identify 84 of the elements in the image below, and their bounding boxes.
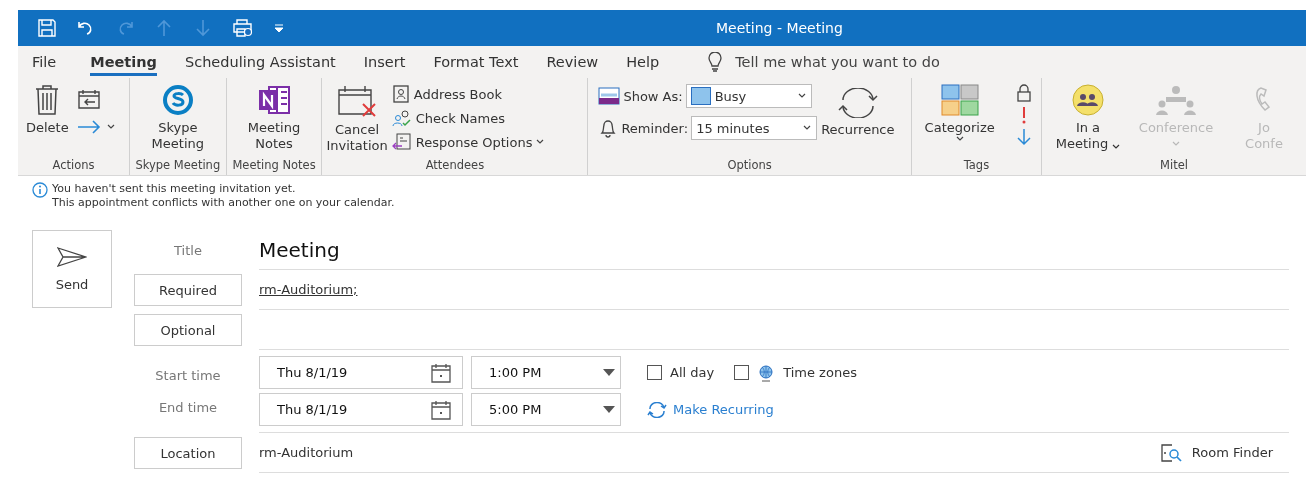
ribbon-tab[interactable]: Format Text [433,48,519,76]
caret-icon[interactable] [106,124,115,130]
room-finder-button[interactable]: Room Finder [1159,442,1273,463]
group-label: Mitel [1159,158,1189,174]
caret-icon [1112,143,1121,150]
delete-button[interactable]: Delete [22,84,73,136]
group-label: Meeting Notes [231,158,317,174]
group-label: Options [726,158,773,174]
all-day-checkbox[interactable] [647,365,662,380]
start-time-label: Start time [154,368,222,383]
ribbon-tab[interactable]: Insert [363,48,406,76]
room-search-icon [1159,442,1182,463]
address-book-icon [391,85,410,103]
ribbon-tab[interactable]: File [32,48,57,76]
recurrence-button[interactable]: Recurrence [817,84,899,138]
categorize-button[interactable]: Categorize [920,84,999,146]
customize-caret-icon[interactable] [273,22,285,34]
response-options-icon [391,133,412,151]
time-zones-label: Time zones [783,365,857,380]
address-book-button[interactable]: Address Book [391,84,545,104]
info-icon [32,182,48,198]
send-button[interactable]: Send [32,230,112,308]
calendar-icon [430,362,452,383]
cancel-invitation-button[interactable]: Cancel Invitation [322,84,392,154]
group-label: Actions [51,158,96,174]
show-as-icon [598,87,621,105]
reminder-dropdown[interactable]: 15 minutes [691,116,818,140]
recurrence-icon [647,401,667,418]
window-title: Meeting - Meeting [716,20,843,36]
info-message: You haven't sent this meeting invitation yet. [52,182,297,196]
save-icon[interactable] [37,18,57,38]
make-recurring-link[interactable]: Make Recurring [647,401,774,418]
ribbon-tab[interactable]: Review [546,48,599,76]
conference-people-icon [1154,84,1198,116]
send-icon [57,246,87,267]
show-as-dropdown[interactable]: Busy [685,84,812,108]
group-label: Skype Meeting [134,158,222,174]
caret-icon [803,125,812,131]
mitel-button[interactable]: In a Meeting [1046,84,1130,152]
high-importance-icon[interactable] [1021,106,1028,124]
start-time-dropdown[interactable]: 1:00 PM [471,356,621,389]
caret-icon [955,136,964,142]
ribbon-tab[interactable]: Help [626,48,660,76]
start-date-field[interactable]: Thu 8/1/19 [259,356,463,389]
people-check-icon [391,109,412,127]
optional-button[interactable]: Optional [134,314,242,346]
caret-icon [536,139,545,145]
end-time-dropdown[interactable]: 5:00 PM [471,393,621,426]
show-as-label: Show As: [623,88,683,104]
caret-icon [797,93,806,99]
low-importance-icon[interactable] [1016,128,1033,146]
calendar-arrow-icon[interactable] [76,88,101,110]
group-label: Attendees [424,158,486,174]
title-label: Title [173,241,203,260]
busy-swatch [690,87,711,105]
all-day-label: All day [670,365,715,380]
meeting-notes-button[interactable]: Meeting Notes [243,84,305,152]
info-message: This appointment conflicts with another one on your calendar. [52,196,395,210]
end-time-label: End time [157,400,219,415]
location-button[interactable]: Location [134,437,242,469]
print-icon[interactable] [232,18,254,38]
end-date-field[interactable]: Thu 8/1/19 [259,393,463,426]
response-options-button[interactable]: Response Options [391,132,545,152]
calendar-icon [430,399,452,420]
dropdown-arrow-icon [603,369,615,376]
ribbon-tab[interactable]: Scheduling Assistant [184,48,336,76]
group-label: Tags [962,158,991,174]
time-zones-checkbox[interactable] [734,365,750,380]
title-field[interactable]: Meeting [259,237,340,262]
forward-arrow-icon[interactable] [76,120,101,134]
required-attendee-link[interactable]: rm-Auditorium; [259,282,358,297]
check-names-button[interactable]: Check Names [391,108,545,128]
skype-meeting-button[interactable]: Skype Meeting [147,84,209,152]
caret-icon [1172,141,1180,147]
lightbulb-icon[interactable] [707,52,724,72]
tell-me-search[interactable]: Tell me what you want to do [735,54,940,70]
reminder-label: Reminder: [621,120,689,136]
lock-icon[interactable] [1016,84,1033,102]
dropdown-arrow-icon [603,406,615,413]
globe-icon [757,363,776,382]
skype-logo-icon [160,84,195,116]
location-field[interactable]: rm-Auditorium [259,445,354,460]
category-grid-icon [939,84,980,116]
required-button[interactable]: Required [134,274,242,306]
